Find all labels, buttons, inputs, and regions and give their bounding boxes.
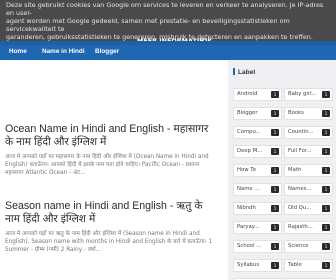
sidebar-label-count: 1 xyxy=(322,205,330,212)
sidebar-label-item[interactable]: Old Qu... 1 xyxy=(284,202,333,215)
sidebar-label-count: 1 xyxy=(322,262,330,269)
sidebar-label-item[interactable]: Rajasth... 1 xyxy=(284,221,333,234)
sidebar-label-count: 1 xyxy=(271,148,279,155)
cookie-text-line: Deze site gebruikt cookies van Google om… xyxy=(6,1,324,17)
nav-blogger[interactable]: Blogger xyxy=(95,48,119,55)
sidebar-label-name: Table xyxy=(288,262,302,268)
sidebar-label-item[interactable]: Table 1 xyxy=(284,259,333,272)
post-item: Ocean Name in Hindi and English - महासाग… xyxy=(5,123,215,177)
sidebar-label-name: Full For... xyxy=(288,148,312,154)
sidebar: Label Android 1 Baby girl... 1 Blogger 1 Books… xyxy=(228,60,336,280)
cookie-text-line: agent worden met Google gedeeld, samen m… xyxy=(6,16,290,33)
sidebar-label-name: Compu... xyxy=(237,129,261,135)
post-title[interactable]: Ocean Name in Hindi and English - महासाग… xyxy=(5,123,215,149)
sidebar-label-count: 1 xyxy=(322,224,330,231)
nav-home[interactable]: Home xyxy=(9,48,27,55)
sidebar-label-name: Nibndh xyxy=(237,205,256,211)
sidebar-label-count: 1 xyxy=(271,129,279,136)
sidebar-label-name: School ... xyxy=(237,243,262,249)
sidebar-label-count: 1 xyxy=(271,243,279,250)
sidebar-label-item[interactable]: Math 1 xyxy=(284,164,333,177)
sidebar-label-item[interactable]: Paryay... 1 xyxy=(233,221,282,234)
sidebar-label-item[interactable]: School ... 1 xyxy=(233,240,282,253)
sidebar-label-item[interactable]: Compu... 1 xyxy=(233,126,282,139)
sidebar-label-name: Rajasth... xyxy=(288,224,313,230)
sidebar-label-item[interactable]: Deep M... 1 xyxy=(233,145,282,158)
sidebar-label-count: 1 xyxy=(322,243,330,250)
sidebar-label-count: 1 xyxy=(271,91,279,98)
sidebar-label-item[interactable]: Full For... 1 xyxy=(284,145,333,158)
sidebar-label-count: 1 xyxy=(322,91,330,98)
sidebar-label-item[interactable]: Name ... 1 xyxy=(233,183,282,196)
sidebar-label-name: Old Qu... xyxy=(288,205,312,211)
sidebar-label-item[interactable]: Names... 1 xyxy=(284,183,333,196)
sidebar-label-name: Countin... xyxy=(288,129,314,135)
sidebar-label-name: Science xyxy=(288,243,309,249)
sidebar-label-count: 1 xyxy=(322,167,330,174)
sidebar-label-count: 1 xyxy=(322,110,330,117)
label-widget-title-text: Label xyxy=(238,69,256,76)
sidebar-label-count: 1 xyxy=(271,110,279,117)
sidebar-label-name: Books xyxy=(288,110,304,116)
sidebar-label-item[interactable]: Blogger 1 xyxy=(233,107,282,120)
sidebar-label-count: 1 xyxy=(271,186,279,193)
sidebar-label-item[interactable]: Android 1 xyxy=(233,88,282,101)
nav-name-in-hindi[interactable]: Name in Hindi xyxy=(42,48,85,55)
sidebar-label-name: Baby girl... xyxy=(288,91,317,97)
sidebar-label-count: 1 xyxy=(271,262,279,269)
sidebar-label-name: Paryay... xyxy=(237,224,260,230)
sidebar-label-count: 1 xyxy=(271,224,279,231)
post-excerpt: आज मे आपको यहाँ पर महासागर के नाम हिंदी … xyxy=(5,154,209,177)
sidebar-label-name: Math xyxy=(288,167,302,173)
sidebar-label-count: 1 xyxy=(271,205,279,212)
title-accent-bar xyxy=(233,68,235,75)
sidebar-label-item[interactable]: Books 1 xyxy=(284,107,333,120)
sidebar-label-item[interactable]: Nibndh 1 xyxy=(233,202,282,215)
sidebar-label-name: Name ... xyxy=(237,186,260,192)
label-widget-title: Label xyxy=(233,68,255,76)
post-item: Season name in Hindi and English - ऋतु क… xyxy=(5,200,215,254)
sidebar-label-item[interactable]: Syllabus 1 xyxy=(233,259,282,272)
post-title[interactable]: Season name in Hindi and English - ऋतु क… xyxy=(5,200,215,226)
sidebar-label-name: Syllabus xyxy=(237,262,260,268)
main-navbar: Home Name in Hindi Blogger xyxy=(0,45,336,60)
sidebar-label-item[interactable]: Countin... 1 xyxy=(284,126,333,139)
post-list: Ocean Name in Hindi and English - महासाग… xyxy=(0,60,228,280)
sidebar-label-count: 1 xyxy=(322,129,330,136)
sidebar-label-name: Android xyxy=(237,91,258,97)
cookie-consent-bar: Deze site gebruikt cookies van Google om… xyxy=(0,0,336,41)
sidebar-label-item[interactable]: Science 1 xyxy=(284,240,333,253)
sidebar-label-name: Blogger xyxy=(237,110,258,116)
sidebar-label-item[interactable]: Baby girl... 1 xyxy=(284,88,333,101)
sidebar-label-name: How To xyxy=(237,167,256,173)
sidebar-label-count: 1 xyxy=(322,186,330,193)
sidebar-label-count: 1 xyxy=(271,167,279,174)
sidebar-label-item[interactable]: How To 1 xyxy=(233,164,282,177)
sidebar-label-name: Names... xyxy=(288,186,312,192)
sidebar-label-count: 1 xyxy=(322,148,330,155)
post-excerpt: आज मे आपको यहाँ पर ऋतु के नाम हिंदी और इ… xyxy=(5,231,213,254)
sidebar-label-name: Deep M... xyxy=(237,148,263,154)
